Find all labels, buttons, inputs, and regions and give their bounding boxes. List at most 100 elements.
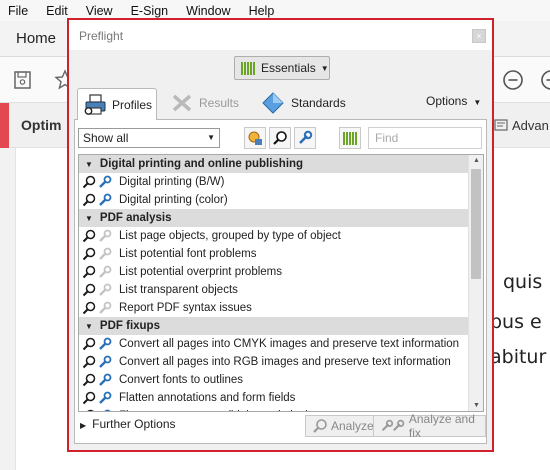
essentials-filter-button[interactable] — [339, 127, 361, 149]
profile-list-item[interactable]: List potential overprint problems — [79, 263, 469, 281]
wrench-icon — [98, 391, 112, 405]
menu-help[interactable]: Help — [249, 4, 275, 18]
menu-file[interactable]: File — [8, 4, 28, 18]
profile-list-item[interactable]: List transparent objects — [79, 281, 469, 299]
wrench-icon — [299, 130, 313, 144]
magnifier-icon — [82, 373, 96, 387]
magnifier-icon — [82, 283, 96, 297]
printer-icon — [84, 93, 106, 115]
scroll-up-icon[interactable]: ▲ — [469, 157, 483, 164]
caret-down-icon: ▼ — [207, 133, 215, 142]
magnifier-icon — [82, 247, 96, 261]
save-icon[interactable] — [12, 69, 34, 91]
profile-list-item[interactable]: List page objects, grouped by type of ob… — [79, 227, 469, 245]
analyze-button[interactable]: Analyze — [305, 415, 381, 437]
tab-results-label: Results — [199, 96, 240, 110]
zoom-out-icon[interactable] — [502, 69, 524, 91]
doc-text-line: abitur — [490, 346, 547, 368]
preflight-dialog: Preflight × Essentials ▼ Profiles Result… — [67, 18, 494, 452]
optimize-label: Optim — [21, 117, 62, 133]
wrench-icon — [98, 409, 112, 411]
wrench-icon — [381, 419, 405, 432]
home-tab[interactable]: Home — [16, 30, 56, 47]
profile-list-item[interactable]: List potential font problems — [79, 245, 469, 263]
essentials-dropdown[interactable]: Essentials ▼ — [234, 56, 330, 80]
close-icon[interactable]: × — [472, 29, 486, 43]
profile-list-item[interactable]: Digital printing (color) — [79, 191, 469, 209]
magnifier-icon — [82, 409, 96, 411]
find-input[interactable]: Find — [368, 127, 482, 149]
menu-window[interactable]: Window — [186, 4, 230, 18]
magnifier-icon — [313, 419, 327, 433]
magnifier-icon — [82, 355, 96, 369]
tab-profiles[interactable]: Profiles — [77, 88, 157, 120]
analyze-and-fix-label: Analyze and fix — [408, 412, 475, 440]
doc-text-line: bus e — [490, 311, 542, 333]
profile-list-item[interactable]: Convert fonts to outlines — [79, 371, 469, 389]
doc-text-line: quis — [503, 271, 543, 293]
tab-standards-label: Standards — [291, 96, 346, 110]
profile-list: ▼ Digital printing and online publishing D… — [78, 154, 484, 412]
profile-list-item[interactable]: Report PDF syntax issues — [79, 299, 469, 317]
magnifier-icon — [82, 229, 96, 243]
left-gutter — [0, 148, 16, 470]
profile-label: List page objects, grouped by type of ob… — [119, 230, 341, 242]
dialog-title-bar[interactable]: Preflight × — [69, 20, 492, 50]
profile-icon — [248, 131, 262, 145]
menu-edit[interactable]: Edit — [46, 4, 68, 18]
wrench-icon — [98, 247, 112, 261]
show-filter-select[interactable]: Show all ▼ — [78, 128, 220, 148]
profile-list-item[interactable]: Digital printing (B/W) — [79, 173, 469, 191]
magnifier-icon — [273, 131, 287, 145]
profiles-panel: Show all ▼ Find ▼ Digital printing and o… — [74, 119, 487, 444]
magnifier-icon — [82, 193, 96, 207]
list-group-header[interactable]: ▼ Digital printing and online publishing — [79, 155, 469, 173]
zoom-in-icon[interactable] — [540, 69, 550, 91]
wrench-icon — [98, 337, 112, 351]
profile-label: Convert all pages into RGB images and pr… — [119, 356, 451, 368]
list-scrollbar[interactable]: ▲ ▼ — [468, 155, 483, 411]
tab-results[interactable]: Results — [167, 88, 245, 118]
tab-standards[interactable]: Standards — [257, 88, 347, 118]
profile-list-item[interactable]: Flatten annotations and form fields — [79, 389, 469, 407]
scroll-thumb[interactable] — [471, 169, 481, 279]
wrench-icon — [98, 355, 112, 369]
profile-label: List potential overprint problems — [119, 266, 282, 278]
profile-label: Flatten annotations and form fields — [119, 392, 296, 404]
scroll-down-icon[interactable]: ▼ — [469, 402, 483, 409]
group-label: PDF analysis — [99, 212, 172, 224]
group-label: Digital printing and online publishing — [99, 158, 304, 170]
wrench-icon — [98, 265, 112, 279]
wrench-icon — [98, 373, 112, 387]
menu-view[interactable]: View — [86, 4, 113, 18]
bar-chart-icon — [241, 61, 255, 75]
group-label: PDF fixups — [99, 320, 160, 332]
profile-label: Convert fonts to outlines — [119, 374, 244, 386]
wrench-icon — [98, 301, 112, 315]
list-group-header[interactable]: ▼ PDF analysis — [79, 209, 469, 227]
tab-profiles-label: Profiles — [112, 97, 153, 112]
profile-list-item[interactable]: Convert all pages into CMYK images and p… — [79, 335, 469, 353]
profile-label: List transparent objects — [119, 284, 238, 296]
fixup-filter-button[interactable] — [294, 127, 316, 149]
profile-label: Digital printing (color) — [119, 194, 228, 206]
advanced-label[interactable]: Advan — [512, 118, 549, 133]
list-group-header[interactable]: ▼ PDF fixups — [79, 317, 469, 335]
caret-down-icon: ▼ — [85, 213, 93, 223]
profile-list-item[interactable]: Convert all pages into RGB images and pr… — [79, 353, 469, 371]
magnifier-icon — [82, 265, 96, 279]
options-menu[interactable]: Options ▼ — [426, 94, 481, 108]
wrench-cross-icon — [172, 94, 192, 112]
further-options-toggle[interactable]: ▶ Further Options — [80, 417, 176, 431]
menu-esign[interactable]: E-Sign — [131, 4, 169, 18]
check-filter-button[interactable] — [269, 127, 291, 149]
caret-down-icon: ▼ — [473, 98, 482, 107]
wrench-icon — [98, 193, 112, 207]
profile-filter-button[interactable] — [244, 127, 266, 149]
analyze-and-fix-button[interactable]: Analyze and fix — [373, 412, 486, 440]
magnifier-icon — [82, 175, 96, 189]
wrench-icon — [98, 283, 112, 297]
options-label: Options — [426, 94, 468, 108]
wrench-icon — [98, 175, 112, 189]
profile-label: Report PDF syntax issues — [119, 302, 252, 314]
